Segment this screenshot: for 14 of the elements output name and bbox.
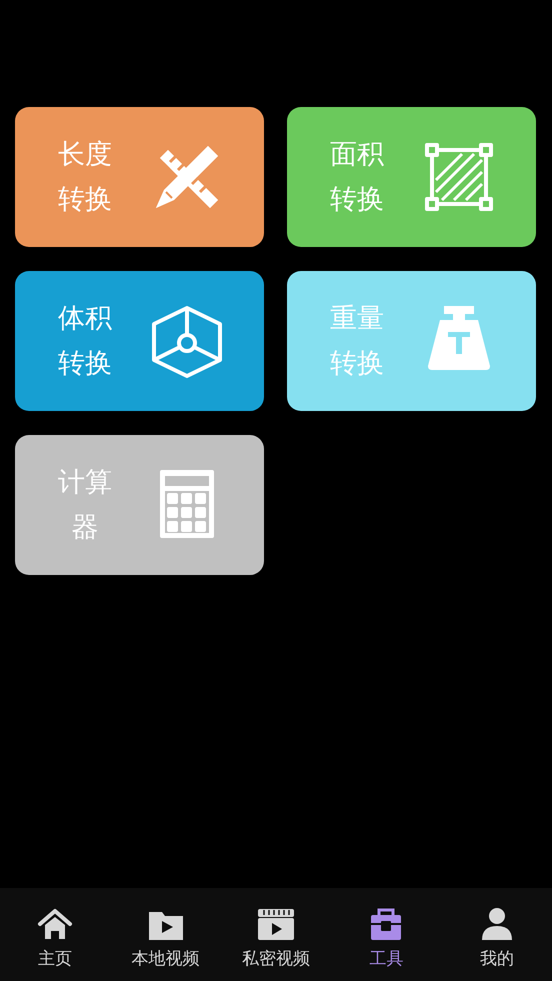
- film-play-icon: [256, 906, 295, 942]
- nav-tab[interactable]: 私密视频: [220, 888, 332, 981]
- tile-title: 面积转换: [329, 138, 385, 217]
- hatched-square-icon: [422, 140, 496, 214]
- tile-title: 体积转换: [57, 302, 113, 381]
- tile-title: 计算器: [57, 466, 113, 545]
- nav-tab[interactable]: 我的: [442, 888, 552, 981]
- tile-title: 长度转换: [57, 138, 113, 217]
- nav-tab[interactable]: 工具: [331, 888, 442, 981]
- cube-icon: [150, 304, 224, 378]
- nav-tab[interactable]: 主页: [0, 888, 110, 981]
- nav-tab[interactable]: 本地视频: [110, 888, 221, 981]
- tile-title: 重量转换: [329, 302, 385, 381]
- home-icon: [36, 906, 74, 942]
